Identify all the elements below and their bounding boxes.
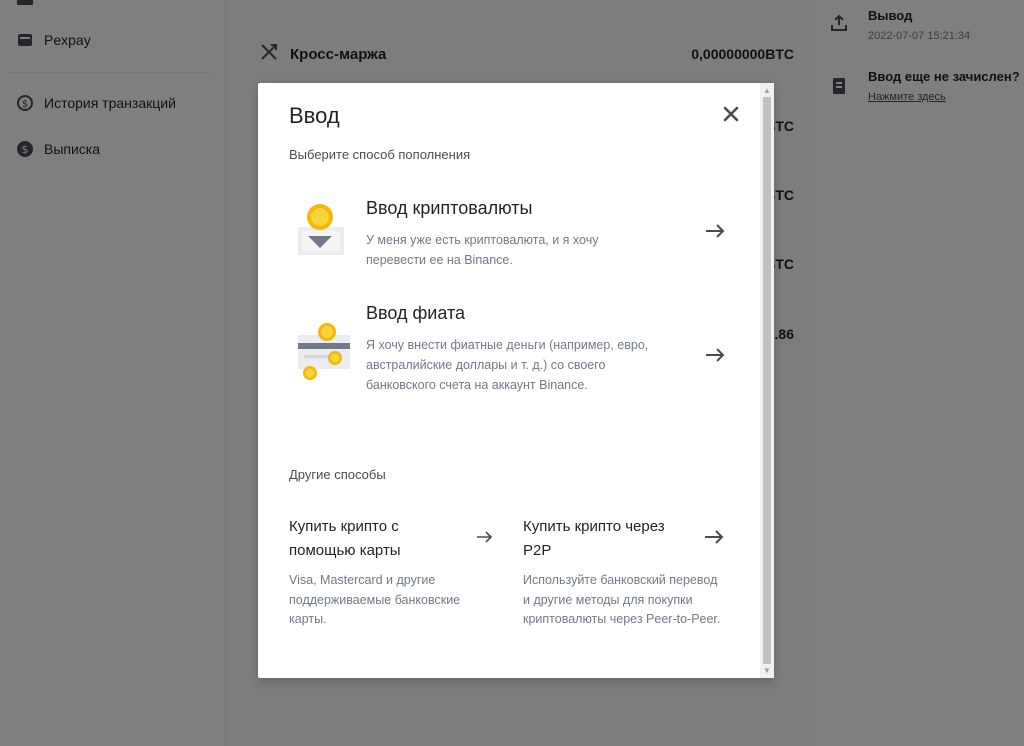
method-description: Используйте банковский перевод и другие … <box>523 573 721 626</box>
method-description: Visa, Mastercard и другие поддерживаемые… <box>289 573 461 626</box>
other-methods-label: Другие способы <box>289 467 386 482</box>
arrow-right-icon <box>703 529 724 545</box>
arrow-right-icon <box>704 223 726 239</box>
option-description: Я хочу внести фиатные деньги (например, … <box>366 338 649 392</box>
modal-scrollbar[interactable]: ▲ ▼ <box>760 83 774 678</box>
buy-crypto-card[interactable]: Купить крипто с помощью карты Visa, Mast… <box>289 515 499 630</box>
arrow-right-icon <box>704 347 726 363</box>
scroll-up-icon[interactable]: ▲ <box>763 86 771 95</box>
option-title: Ввод фиата <box>366 303 466 323</box>
modal-subtitle: Выберите способ пополнения <box>289 147 471 162</box>
option-title: Ввод криптовалюты <box>366 198 533 218</box>
option-description: У меня уже есть криптовалюта, и я хочу п… <box>366 233 599 267</box>
method-title: Купить крипто с помощью карты <box>289 518 401 559</box>
option-fiat-deposit[interactable]: Ввод фиата Я хочу внести фиатные деньги … <box>288 301 738 411</box>
method-title: Купить крипто через P2P <box>523 518 665 559</box>
deposit-modal: Ввод Выберите способ пополнения Ввод кри… <box>258 83 774 678</box>
scrollbar-thumb[interactable] <box>763 97 771 664</box>
buy-crypto-p2p[interactable]: Купить крипто через P2P Используйте банк… <box>523 515 733 630</box>
option-crypto-deposit[interactable]: Ввод криптовалюты У меня уже есть крипто… <box>288 195 738 275</box>
arrow-right-icon <box>475 529 495 545</box>
scroll-down-icon[interactable]: ▼ <box>763 666 771 675</box>
crypto-deposit-illustration-icon <box>294 201 346 265</box>
fiat-deposit-illustration-icon <box>294 323 354 387</box>
close-icon[interactable] <box>720 103 742 125</box>
modal-title: Ввод <box>289 103 340 128</box>
